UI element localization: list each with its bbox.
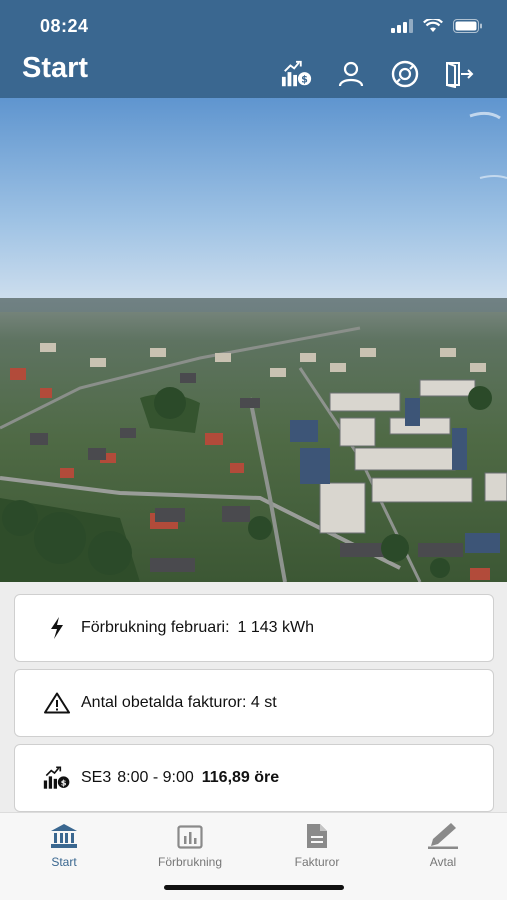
unpaid-invoices-card[interactable]: Antal obetalda fakturor: 4 st <box>14 669 494 737</box>
tab-consumption-label: Förbrukning <box>157 855 223 869</box>
svg-text:$: $ <box>301 74 308 85</box>
info-cards: Förbrukning februari: 1 143 kWh Antal ob… <box>14 594 494 819</box>
logout-button[interactable] <box>443 58 475 90</box>
price-value: 116,89 öre <box>201 769 280 786</box>
support-button[interactable] <box>389 58 421 90</box>
home-indicator <box>164 885 344 890</box>
status-bar: 08:24 <box>0 0 507 48</box>
price-chart-icon: $ <box>281 60 312 87</box>
price-chart-icon: $ <box>43 764 71 792</box>
tab-start[interactable]: Start <box>9 821 119 869</box>
lifebuoy-icon <box>391 60 419 88</box>
consumption-label: Förbrukning februari: <box>81 619 230 636</box>
battery-icon <box>453 19 482 33</box>
tab-start-label: Start <box>51 855 77 869</box>
header-actions: $ <box>281 58 475 90</box>
signal-icon <box>391 19 413 33</box>
user-icon <box>338 61 364 87</box>
warning-icon <box>43 689 71 717</box>
app-header: 08:24 Start $ <box>0 0 507 98</box>
status-icons <box>391 16 483 36</box>
consumption-card[interactable]: Förbrukning februari: 1 143 kWh <box>14 594 494 662</box>
spot-price-card[interactable]: $ SE3 8:00 - 9:00 116,89 öre <box>14 744 494 812</box>
wifi-icon <box>423 19 443 32</box>
logout-icon <box>446 62 474 88</box>
tab-invoices[interactable]: Fakturor <box>262 821 372 869</box>
svg-text:$: $ <box>61 777 67 787</box>
tab-consumption[interactable]: Förbrukning <box>135 821 245 869</box>
tab-agreement-label: Avtal <box>429 855 457 869</box>
price-zone: SE3 <box>81 769 112 786</box>
bar-chart-icon <box>135 821 245 849</box>
price-hours: 8:00 - 9:00 <box>117 769 194 786</box>
document-icon <box>262 821 372 849</box>
tab-invoices-label: Fakturor <box>294 855 340 869</box>
pen-icon <box>388 821 498 849</box>
spot-price-button[interactable]: $ <box>281 58 313 90</box>
status-time: 08:24 <box>40 16 89 36</box>
profile-button[interactable] <box>335 58 367 90</box>
bank-icon <box>9 821 119 849</box>
aerial-town-photo <box>0 98 507 582</box>
consumption-value: 1 143 kWh <box>237 619 314 636</box>
tab-agreement[interactable]: Avtal <box>388 821 498 869</box>
unpaid-invoices-text: Antal obetalda fakturor: 4 st <box>81 694 277 711</box>
lightning-icon <box>43 614 71 642</box>
hero-image <box>0 98 507 582</box>
page-title: Start <box>22 52 89 84</box>
